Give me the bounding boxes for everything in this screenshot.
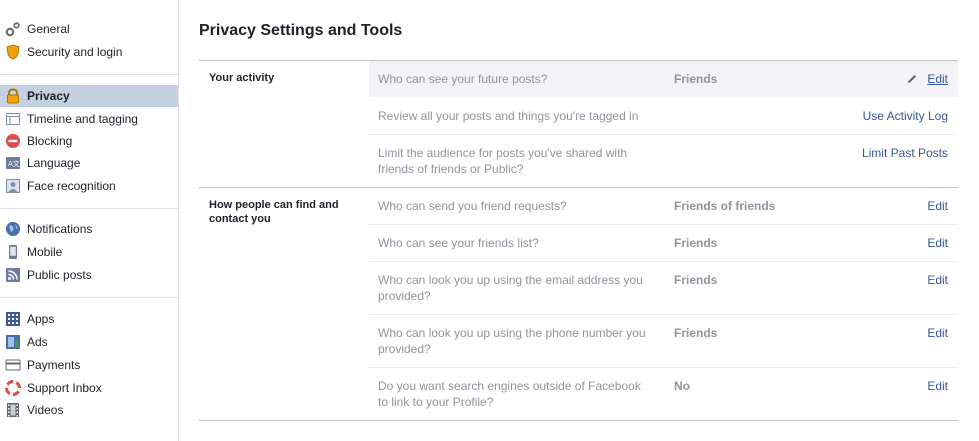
section-title-your-activity: Your activity bbox=[209, 72, 275, 84]
sidebar-divider bbox=[0, 297, 178, 298]
sidebar-item-label: Face recognition bbox=[27, 179, 116, 193]
setting-question: Who can see your friends list? bbox=[378, 236, 539, 250]
sidebar-divider bbox=[0, 208, 178, 209]
edit-friends-list-link[interactable]: Edit bbox=[927, 235, 948, 251]
sidebar-item-label: Security and login bbox=[27, 45, 123, 59]
edit-label: Edit bbox=[927, 72, 948, 86]
sidebar-item-apps[interactable]: Apps bbox=[0, 308, 178, 330]
pencil-icon bbox=[907, 74, 917, 84]
setting-row-future-posts[interactable]: Who can see your future posts? Friends E… bbox=[369, 61, 958, 97]
sidebar-item-payments[interactable]: Payments bbox=[0, 354, 178, 376]
setting-row-search-engines: Do you want search engines outside of Fa… bbox=[369, 368, 958, 420]
sidebar-item-blocking[interactable]: Blocking bbox=[0, 130, 178, 152]
setting-row-friends-list: Who can see your friends list? Friends E… bbox=[369, 225, 958, 261]
sidebar-item-label: Mobile bbox=[27, 245, 63, 259]
block-icon bbox=[5, 133, 21, 149]
setting-row-email-lookup: Who can look you up using the email addr… bbox=[369, 262, 958, 314]
sidebar-item-label: Support Inbox bbox=[27, 381, 102, 395]
sidebar-item-ads[interactable]: Ads bbox=[0, 331, 178, 353]
section-title-find-contact: How people can find and contact you bbox=[209, 199, 339, 225]
sidebar-item-notifications[interactable]: Notifications bbox=[0, 218, 178, 240]
sidebar-item-face-recognition[interactable]: Face recognition bbox=[0, 175, 178, 197]
edit-search-engines-link[interactable]: Edit bbox=[927, 378, 948, 394]
lock-icon bbox=[5, 88, 21, 104]
svg-text:A文: A文 bbox=[8, 159, 20, 168]
gear-icon bbox=[5, 21, 21, 37]
sidebar-item-label: Videos bbox=[27, 403, 64, 417]
sidebar-item-support-inbox[interactable]: Support Inbox bbox=[0, 377, 178, 399]
setting-value: Friends bbox=[674, 72, 718, 86]
sidebar-item-label: Blocking bbox=[27, 134, 73, 148]
rss-icon bbox=[5, 267, 21, 283]
setting-value: No bbox=[674, 379, 690, 393]
sidebar-item-public-posts[interactable]: Public posts bbox=[0, 264, 178, 286]
settings-sidebar: General Security and login Privacy Timel… bbox=[0, 0, 179, 441]
setting-question: Who can send you friend requests? bbox=[378, 199, 567, 213]
edit-email-lookup-link[interactable]: Edit bbox=[927, 272, 948, 288]
edit-future-posts-link[interactable]: Edit bbox=[907, 71, 948, 87]
setting-row-review-posts: Review all your posts and things you're … bbox=[369, 97, 958, 134]
sidebar-item-label: General bbox=[27, 22, 70, 36]
setting-value: Friends bbox=[674, 273, 718, 287]
page-title: Privacy Settings and Tools bbox=[199, 22, 403, 39]
sidebar-divider bbox=[0, 74, 178, 75]
setting-question: Do you want search engines outside of Fa… bbox=[378, 379, 641, 409]
sidebar-item-label: Timeline and tagging bbox=[27, 112, 138, 126]
sidebar-item-timeline[interactable]: Timeline and tagging bbox=[0, 108, 178, 130]
sidebar-item-label: Public posts bbox=[27, 268, 92, 282]
sidebar-item-videos[interactable]: Videos bbox=[0, 399, 178, 421]
limit-past-posts-link[interactable]: Limit Past Posts bbox=[862, 145, 948, 161]
setting-value: Friends bbox=[674, 326, 718, 340]
sidebar-item-label: Privacy bbox=[27, 89, 70, 103]
lifebuoy-icon bbox=[5, 380, 21, 396]
timeline-icon bbox=[5, 111, 21, 127]
globe-icon bbox=[5, 221, 21, 237]
setting-value: Friends of friends bbox=[674, 199, 776, 213]
setting-question: Limit the audience for posts you've shar… bbox=[378, 146, 628, 176]
setting-question: Review all your posts and things you're … bbox=[378, 109, 639, 123]
sidebar-item-mobile[interactable]: Mobile bbox=[0, 241, 178, 263]
language-icon: A文 bbox=[5, 155, 21, 171]
sidebar-item-label: Apps bbox=[27, 312, 55, 326]
setting-row-limit-past-posts: Limit the audience for posts you've shar… bbox=[369, 135, 958, 187]
payments-icon bbox=[5, 357, 21, 373]
setting-row-phone-lookup: Who can look you up using the phone numb… bbox=[369, 315, 958, 367]
sidebar-item-label: Language bbox=[27, 156, 81, 170]
edit-phone-lookup-link[interactable]: Edit bbox=[927, 325, 948, 341]
apps-icon bbox=[5, 311, 21, 327]
sidebar-item-label: Ads bbox=[27, 335, 48, 349]
edit-friend-requests-link[interactable]: Edit bbox=[927, 198, 948, 214]
shield-icon bbox=[5, 44, 21, 60]
sidebar-item-label: Notifications bbox=[27, 222, 93, 236]
ads-icon bbox=[5, 334, 21, 350]
sidebar-item-language[interactable]: A文 Language bbox=[0, 152, 178, 174]
setting-value: Friends bbox=[674, 236, 718, 250]
setting-row-friend-requests: Who can send you friend requests? Friend… bbox=[369, 188, 958, 224]
sidebar-item-privacy[interactable]: Privacy bbox=[0, 85, 178, 107]
sidebar-item-security[interactable]: Security and login bbox=[0, 41, 178, 63]
section-divider bbox=[199, 420, 958, 421]
sidebar-item-general[interactable]: General bbox=[0, 18, 178, 40]
use-activity-log-link[interactable]: Use Activity Log bbox=[863, 108, 948, 124]
face-recognition-icon bbox=[5, 178, 21, 194]
mobile-icon bbox=[5, 244, 21, 260]
setting-question: Who can look you up using the email addr… bbox=[378, 273, 643, 303]
setting-question: Who can look you up using the phone numb… bbox=[378, 326, 646, 356]
sidebar-item-label: Payments bbox=[27, 358, 81, 372]
film-icon bbox=[5, 402, 21, 418]
setting-question: Who can see your future posts? bbox=[378, 72, 548, 86]
